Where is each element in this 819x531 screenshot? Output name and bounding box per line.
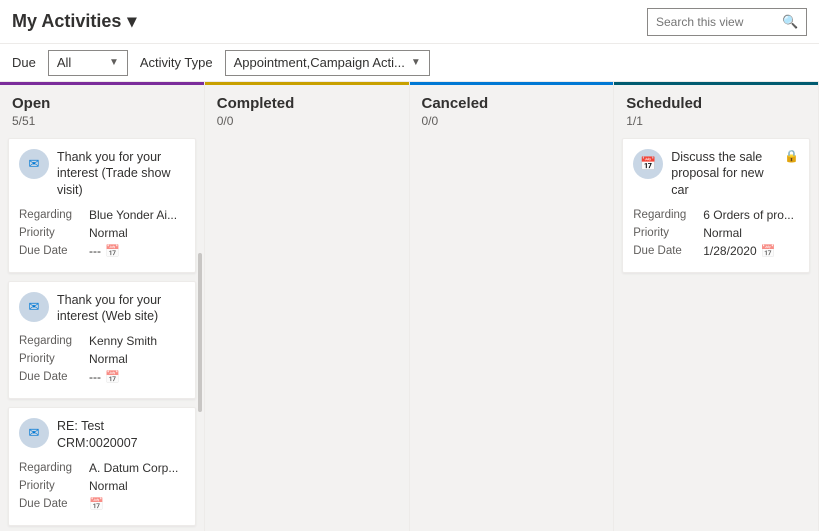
card-title-open-2: RE: Test CRM:0020007	[57, 418, 185, 451]
card-lock-icon-scheduled-0: 🔒	[784, 149, 799, 163]
page-title-container: My Activities ▾	[12, 11, 136, 32]
field-value-regarding-open-1: Kenny Smith	[89, 334, 185, 348]
column-count-open: 5/51	[12, 114, 192, 128]
field-value-regarding-scheduled-0: 6 Orders of pro...	[703, 208, 799, 222]
card-field-due-date-open-1: Due Date---📅	[19, 370, 185, 384]
search-input[interactable]	[656, 15, 776, 29]
column-body-canceled	[410, 134, 614, 531]
column-title-canceled: Canceled	[422, 95, 602, 112]
field-value-priority-open-1: Normal	[89, 352, 185, 366]
card-header-scheduled-0: 📅 Discuss the sale proposal for new car 🔒	[633, 149, 799, 198]
field-label-priority: Priority	[19, 227, 89, 239]
card-icon-scheduled-0: 📅	[633, 149, 663, 179]
column-header-open: Open 5/51	[0, 82, 204, 134]
search-icon: 🔍	[782, 14, 798, 30]
field-value-due-date-open-1: ---📅	[89, 370, 185, 384]
card-field-due-date-open-2: Due Date📅	[19, 497, 185, 511]
card-scheduled-0[interactable]: 📅 Discuss the sale proposal for new car 🔒 R…	[622, 138, 810, 273]
column-open: Open 5/51 ✉ Thank you for your interest (Tr…	[0, 82, 205, 531]
card-field-regarding-open-1: RegardingKenny Smith	[19, 334, 185, 348]
column-count-completed: 0/0	[217, 114, 397, 128]
activity-type-chevron: ▼	[411, 57, 421, 68]
due-select-value: All	[57, 55, 71, 70]
field-value-regarding-open-2: A. Datum Corp...	[89, 461, 185, 475]
card-open-1[interactable]: ✉ Thank you for your interest (Web site) R…	[8, 281, 196, 400]
column-body-completed	[205, 134, 409, 531]
column-scheduled: Scheduled 1/1 📅 Discuss the sale proposal f…	[614, 82, 819, 531]
due-select-chevron: ▼	[109, 57, 119, 68]
field-label-regarding: Regarding	[633, 209, 703, 221]
field-value-due-date-open-2: 📅	[89, 497, 185, 511]
field-label-due-date: Due Date	[633, 245, 703, 257]
card-icon-open-1: ✉	[19, 292, 49, 322]
column-header-canceled: Canceled 0/0	[410, 82, 614, 134]
column-canceled: Canceled 0/0	[410, 82, 615, 531]
field-label-priority: Priority	[19, 353, 89, 365]
activity-type-select[interactable]: Appointment,Campaign Acti... ▼	[225, 50, 430, 76]
title-chevron[interactable]: ▾	[127, 11, 136, 32]
due-label: Due	[12, 55, 36, 70]
page-title: My Activities	[12, 11, 121, 32]
field-value-priority-scheduled-0: Normal	[703, 226, 799, 240]
field-label-due-date: Due Date	[19, 245, 89, 257]
column-title-completed: Completed	[217, 95, 397, 112]
card-field-regarding-open-2: RegardingA. Datum Corp...	[19, 461, 185, 475]
column-body-scheduled: 📅 Discuss the sale proposal for new car 🔒 R…	[614, 134, 818, 531]
card-field-regarding-open-0: RegardingBlue Yonder Ai...	[19, 208, 185, 222]
scrollbar[interactable]	[198, 253, 202, 412]
card-field-priority-open-2: PriorityNormal	[19, 479, 185, 493]
field-value-due-date-scheduled-0: 1/28/2020📅	[703, 244, 799, 258]
calendar-icon-scheduled-0[interactable]: 📅	[761, 244, 776, 258]
filter-bar: Due All ▼ Activity Type Appointment,Camp…	[0, 44, 819, 82]
field-value-due-date-open-0: ---📅	[89, 244, 185, 258]
column-body-open: ✉ Thank you for your interest (Trade show…	[0, 134, 204, 531]
card-icon-open-0: ✉	[19, 149, 49, 179]
card-title-open-0: Thank you for your interest (Trade show …	[57, 149, 185, 198]
column-completed: Completed 0/0	[205, 82, 410, 531]
card-title-open-1: Thank you for your interest (Web site)	[57, 292, 185, 325]
card-open-0[interactable]: ✉ Thank you for your interest (Trade show…	[8, 138, 196, 273]
column-title-scheduled: Scheduled	[626, 95, 806, 112]
activity-type-value: Appointment,Campaign Acti...	[234, 55, 405, 70]
field-value-regarding-open-0: Blue Yonder Ai...	[89, 208, 185, 222]
field-label-regarding: Regarding	[19, 335, 89, 347]
card-field-priority-open-0: PriorityNormal	[19, 226, 185, 240]
card-field-regarding-scheduled-0: Regarding6 Orders of pro...	[633, 208, 799, 222]
kanban-board: Open 5/51 ✉ Thank you for your interest (Tr…	[0, 82, 819, 531]
activity-type-label: Activity Type	[140, 55, 213, 70]
calendar-icon-open-1[interactable]: 📅	[105, 370, 120, 384]
calendar-icon-open-2[interactable]: 📅	[89, 497, 104, 511]
field-label-priority: Priority	[633, 227, 703, 239]
card-header-open-0: ✉ Thank you for your interest (Trade show…	[19, 149, 185, 198]
field-label-regarding: Regarding	[19, 462, 89, 474]
field-label-priority: Priority	[19, 480, 89, 492]
field-label-regarding: Regarding	[19, 209, 89, 221]
field-label-due-date: Due Date	[19, 498, 89, 510]
column-count-canceled: 0/0	[422, 114, 602, 128]
card-icon-open-2: ✉	[19, 418, 49, 448]
column-header-scheduled: Scheduled 1/1	[614, 82, 818, 134]
calendar-icon-open-0[interactable]: 📅	[105, 244, 120, 258]
app-header: My Activities ▾ 🔍	[0, 0, 819, 44]
field-value-priority-open-0: Normal	[89, 226, 185, 240]
column-count-scheduled: 1/1	[626, 114, 806, 128]
card-field-due-date-scheduled-0: Due Date1/28/2020📅	[633, 244, 799, 258]
card-header-open-2: ✉ RE: Test CRM:0020007	[19, 418, 185, 451]
field-value-priority-open-2: Normal	[89, 479, 185, 493]
search-box[interactable]: 🔍	[647, 8, 807, 36]
column-header-completed: Completed 0/0	[205, 82, 409, 134]
card-field-priority-scheduled-0: PriorityNormal	[633, 226, 799, 240]
card-open-2[interactable]: ✉ RE: Test CRM:0020007 RegardingA. Datum C…	[8, 407, 196, 526]
card-title-scheduled-0: Discuss the sale proposal for new car	[671, 149, 776, 198]
card-field-priority-open-1: PriorityNormal	[19, 352, 185, 366]
field-label-due-date: Due Date	[19, 371, 89, 383]
column-title-open: Open	[12, 95, 192, 112]
card-header-open-1: ✉ Thank you for your interest (Web site)	[19, 292, 185, 325]
due-select[interactable]: All ▼	[48, 50, 128, 76]
card-field-due-date-open-0: Due Date---📅	[19, 244, 185, 258]
